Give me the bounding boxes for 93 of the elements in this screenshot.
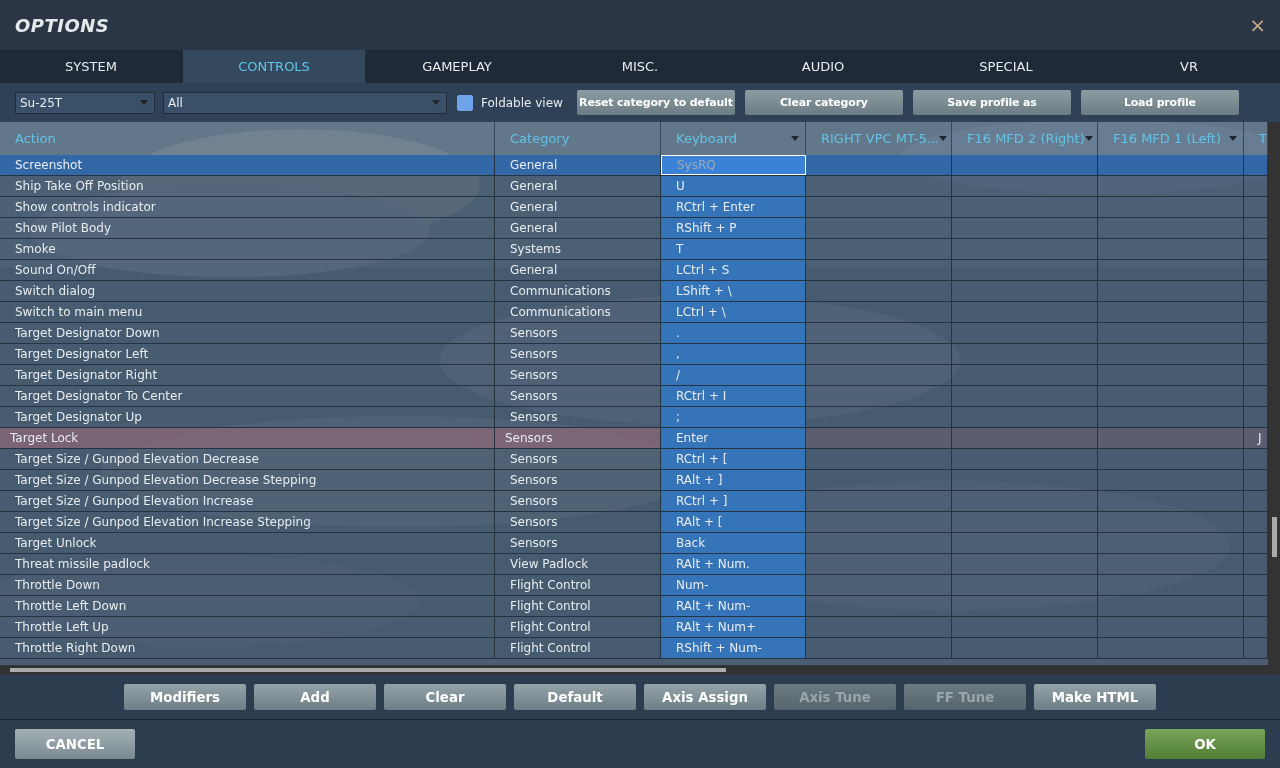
- table-row[interactable]: Target Designator Left Sensors ,: [0, 344, 1268, 365]
- tab[interactable]: CONTROLS: [183, 50, 365, 83]
- table-cell[interactable]: RAlt + ]: [661, 470, 806, 490]
- table-cell: Smoke: [0, 239, 495, 259]
- table-row[interactable]: Switch to main menu Communications LCtrl + \: [0, 302, 1268, 323]
- table-cell: Target Designator To Center: [0, 386, 495, 406]
- table-cell: Switch to main menu: [0, 302, 495, 322]
- table-cell[interactable]: Back: [661, 533, 806, 553]
- table-cell[interactable]: ,: [661, 344, 806, 364]
- table-row[interactable]: Sound On/Off General LCtrl + S: [0, 260, 1268, 281]
- table-cell[interactable]: RAlt + Num.: [661, 554, 806, 574]
- horizontal-scrollbar[interactable]: [0, 665, 1268, 675]
- table-cell[interactable]: U: [661, 176, 806, 196]
- table-row[interactable]: Target Designator To Center Sensors RCtrl + I: [0, 386, 1268, 407]
- table-cell: Sound On/Off: [0, 260, 495, 280]
- vertical-scrollbar[interactable]: [1268, 122, 1280, 675]
- table-row[interactable]: Target Size / Gunpod Elevation Decrease Stepping Sensors RAlt + ]: [0, 470, 1268, 491]
- table-cell: Threat missile padlock: [0, 554, 495, 574]
- toolbar-button[interactable]: Clear category: [744, 90, 903, 115]
- table-cell[interactable]: Num-: [661, 575, 806, 595]
- table-cell: Target Designator Up: [0, 407, 495, 427]
- table-row[interactable]: Target Designator Down Sensors .: [0, 323, 1268, 344]
- category-dropdown[interactable]: All: [163, 91, 447, 114]
- table-cell[interactable]: RShift + P: [661, 218, 806, 238]
- table-row[interactable]: Ship Take Off Position General U: [0, 176, 1268, 197]
- table-cell: Target Size / Gunpod Elevation Decrease: [0, 449, 495, 469]
- table-row[interactable]: Target Lock Sensors Enter J: [0, 428, 1268, 449]
- table-row[interactable]: Target Unlock Sensors Back: [0, 533, 1268, 554]
- table-cell: Target Size / Gunpod Elevation Increase: [0, 491, 495, 511]
- table-cell: Target Designator Right: [0, 365, 495, 385]
- table-cell: Switch dialog: [0, 281, 495, 301]
- table-cell: Throttle Left Down: [0, 596, 495, 616]
- table-cell: Show Pilot Body: [0, 218, 495, 238]
- table-row[interactable]: Throttle Right Down Flight Control RShift + Num-: [0, 638, 1268, 659]
- table-cell: Throttle Left Up: [0, 617, 495, 637]
- table-cell: Ship Take Off Position: [0, 176, 495, 196]
- table-row[interactable]: Show controls indicator General RCtrl + Enter: [0, 197, 1268, 218]
- table-cell[interactable]: LCtrl + \: [661, 302, 806, 322]
- table-cell[interactable]: Enter: [661, 428, 806, 448]
- table-cell[interactable]: RAlt + [: [661, 512, 806, 532]
- table-row[interactable]: Target Size / Gunpod Elevation Increase Sensors RCtrl + ]: [0, 491, 1268, 512]
- table-cell[interactable]: /: [661, 365, 806, 385]
- action-button[interactable]: Add: [254, 684, 376, 710]
- table-cell[interactable]: RShift + Num-: [661, 638, 806, 658]
- table-cell[interactable]: RAlt + Num+: [661, 617, 806, 637]
- aircraft-dropdown[interactable]: Su-25T: [15, 91, 155, 114]
- action-button[interactable]: Axis Assign: [644, 684, 766, 710]
- table-row[interactable]: Throttle Down Flight Control Num-: [0, 575, 1268, 596]
- table-row[interactable]: Target Size / Gunpod Elevation Increase Stepping Sensors RAlt + [: [0, 512, 1268, 533]
- table-cell[interactable]: LShift + \: [661, 281, 806, 301]
- table-cell: Target Size / Gunpod Elevation Decrease Stepping: [0, 470, 495, 490]
- action-button[interactable]: Make HTML: [1034, 684, 1156, 710]
- action-button[interactable]: Default: [514, 684, 636, 710]
- checkbox[interactable]: [457, 94, 473, 111]
- table-cell: J: [1258, 431, 1262, 445]
- table-cell: Screenshot: [0, 155, 495, 175]
- cancel-button[interactable]: CANCEL: [15, 729, 135, 759]
- table-row[interactable]: Screenshot General SysRQ: [0, 155, 1268, 176]
- table-cell: Throttle Right Down: [0, 638, 495, 658]
- table-row[interactable]: Target Designator Right Sensors /: [0, 365, 1268, 386]
- table-row[interactable]: Smoke Systems T: [0, 239, 1268, 260]
- table-cell[interactable]: T: [661, 239, 806, 259]
- table-cell: Show controls indicator: [0, 197, 495, 217]
- table-cell: Target Size / Gunpod Elevation Increase Stepping: [0, 512, 495, 532]
- checkbox-label: Foldable view: [481, 95, 563, 110]
- action-button[interactable]: Clear: [384, 684, 506, 710]
- table-row[interactable]: Threat missile padlock View Padlock RAlt + Num.: [0, 554, 1268, 575]
- table-row[interactable]: Switch dialog Communications LShift + \: [0, 281, 1268, 302]
- table-row[interactable]: Target Size / Gunpod Elevation Decrease Sensors RCtrl + [: [0, 449, 1268, 470]
- table-cell[interactable]: RAlt + Num-: [661, 596, 806, 616]
- ok-button[interactable]: OK: [1145, 729, 1265, 759]
- table-row[interactable]: Target Designator Up Sensors ;: [0, 407, 1268, 428]
- table-cell: Target Designator Down: [0, 323, 495, 343]
- table-cell[interactable]: .: [661, 323, 806, 343]
- toolbar-button[interactable]: Reset category to default: [576, 90, 735, 115]
- table-cell: Throttle Down: [0, 575, 495, 595]
- close-button[interactable]: ×: [1249, 13, 1266, 37]
- table-row[interactable]: Throttle Left Down Flight Control RAlt + Num-: [0, 596, 1268, 617]
- table-cell: Target Lock: [0, 428, 495, 448]
- window-title: OPTIONS: [15, 14, 110, 36]
- toolbar-button[interactable]: Save profile as: [912, 90, 1071, 115]
- table-row[interactable]: Show Pilot Body General RShift + P: [0, 218, 1268, 239]
- table-cell: Target Designator Left: [0, 344, 495, 364]
- table-cell: Target Unlock: [0, 533, 495, 553]
- action-button[interactable]: Modifiers: [124, 684, 246, 710]
- toolbar-button[interactable]: Load profile: [1080, 90, 1239, 115]
- table-cell[interactable]: RCtrl + [: [661, 449, 806, 469]
- table-cell[interactable]: RCtrl + Enter: [661, 197, 806, 217]
- table-cell[interactable]: LCtrl + S: [661, 260, 806, 280]
- table-cell[interactable]: ;: [661, 407, 806, 427]
- table-cell[interactable]: RCtrl + I: [661, 386, 806, 406]
- table-cell[interactable]: RCtrl + ]: [661, 491, 806, 511]
- table-row[interactable]: Throttle Left Up Flight Control RAlt + Num+: [0, 617, 1268, 638]
